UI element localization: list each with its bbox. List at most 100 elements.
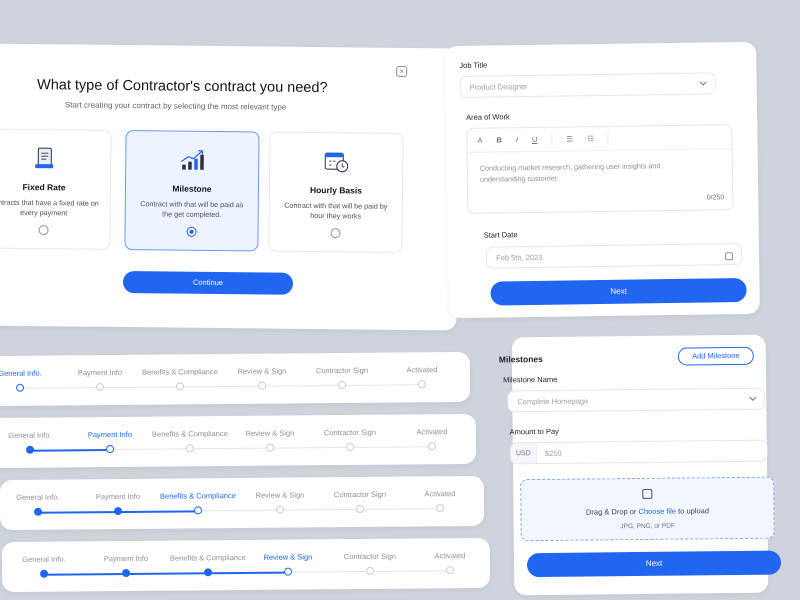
step-dot[interactable] [284,567,293,576]
step-label[interactable]: Activated [406,365,437,374]
calendar-icon[interactable] [725,252,734,261]
step-dot[interactable] [106,445,115,454]
numbered-list-icon[interactable]: ☷ [587,134,594,143]
option-description: Contract with that will be paid by hour … [284,200,388,221]
step-dot[interactable] [204,568,213,577]
step-label[interactable]: Review & Sign [238,366,287,375]
close-icon[interactable]: × [396,65,408,77]
italic-icon[interactable]: I [516,135,518,144]
step-dot[interactable] [356,504,365,514]
bold-icon[interactable]: B [496,135,502,144]
font-color-icon[interactable]: A [477,136,482,145]
step-label[interactable]: General Info. [8,431,51,440]
step-label[interactable]: Payment Info [104,554,148,563]
add-milestone-button[interactable]: Add Milestone [677,346,754,366]
step-dot[interactable] [266,443,275,452]
step-label[interactable]: Benefits & Compliance [160,491,236,501]
chevron-down-icon [749,393,757,401]
step-label[interactable]: Contractor Sign [334,490,386,499]
progress-stepper: General Info. Payment Info Benefits & Comp… [0,351,471,407]
step-label[interactable]: Contractor Sign [316,366,368,375]
currency-selector[interactable]: USD [510,443,537,464]
character-count: 0/250 [706,194,725,202]
option-hourly-basis[interactable]: Hourly Basis Contract with that will be … [268,131,404,253]
job-title-label: Job Title [459,60,488,70]
step-dot[interactable] [122,569,131,578]
step-dot[interactable] [16,383,25,392]
option-milestone[interactable]: Milestone Contract with that will be pai… [124,130,260,252]
job-title-select[interactable]: Product Designer [459,72,716,98]
step-dot[interactable] [186,444,195,453]
step-label[interactable]: Activated [416,427,447,436]
step-dot[interactable] [34,507,43,516]
step-label[interactable]: Benefits & Compliance [142,367,218,377]
stepper-progress [44,571,289,576]
step-label[interactable]: Review & Sign [256,490,305,499]
milestone-name-select[interactable]: Complete Homepage [507,387,766,413]
toolbar-divider [607,132,609,145]
step-label[interactable]: Benefits & Compliance [170,553,246,563]
modal-title: What type of Contractor's contract you n… [36,77,328,97]
step-label[interactable]: Activated [424,489,455,498]
drop-instructions: Drag & Drop or Choose file to upload [585,506,710,517]
step-label[interactable]: Benefits & Compliance [152,429,228,439]
progress-stepper: General Info. Payment Info Benefits & Comp… [0,413,477,469]
step-label[interactable]: Review & Sign [264,552,313,561]
step-label[interactable]: Contractor Sign [344,552,396,561]
step-label[interactable]: Payment Info [88,430,132,439]
continue-button[interactable]: Continue [122,271,294,295]
step-label[interactable]: General Info. [16,493,59,502]
modal-subtitle: Start creating your contract by selectin… [64,100,287,112]
option-radio[interactable] [186,226,197,237]
choose-file-link[interactable]: Choose file [638,507,676,516]
step-label[interactable]: Contractor Sign [324,428,376,437]
editor-toolbar: A B I U ☰ ☷ [467,125,732,153]
calendar-clock-icon [324,152,349,173]
bullet-list-icon[interactable]: ☰ [566,134,573,143]
step-dot[interactable] [436,504,445,513]
job-title-value: Product Designer [469,81,528,92]
step-dot[interactable] [26,445,35,454]
step-dot[interactable] [418,380,427,389]
option-title: Fixed Rate [22,181,66,193]
step-dot[interactable] [258,381,267,390]
stepper-track [20,384,423,389]
milestones-title: Milestones [498,354,543,365]
step-dot[interactable] [366,566,375,575]
step-label[interactable]: Payment Info [78,368,122,377]
amount-input[interactable]: USD $250 [509,439,768,465]
step-dot[interactable] [114,507,123,516]
step-dot[interactable] [338,380,347,390]
area-of-work-editor[interactable]: A B I U ☰ ☷ Conducting market research, … [466,124,734,214]
step-dot[interactable] [276,505,285,514]
step-label[interactable]: General Info. [0,369,42,378]
step-label[interactable]: Payment Info [96,492,140,501]
step-dot[interactable] [40,569,49,578]
next-button[interactable]: Next [526,550,782,578]
growth-chart-icon [180,150,204,170]
option-fixed-rate[interactable]: Fixed Rate Contracts that have a fixed r… [0,128,112,250]
contract-type-modal: × What type of Contractor's contract you… [0,43,460,331]
option-radio[interactable] [38,225,49,236]
step-dot[interactable] [176,382,185,391]
option-description: Contract with that will be paid as the g… [140,199,244,220]
stepper-progress [30,448,111,452]
step-dot[interactable] [346,442,355,451]
underline-icon[interactable]: U [532,135,538,144]
toolbar-divider [551,133,553,146]
step-dot[interactable] [428,442,437,451]
accepted-formats: JPG, PNG, or PDF [620,522,675,531]
step-dot[interactable] [194,506,203,515]
option-radio[interactable] [330,228,341,239]
step-label[interactable]: Activated [434,551,465,560]
step-label[interactable]: General Info. [22,555,65,564]
step-dot[interactable] [96,383,105,392]
step-dot[interactable] [446,566,455,575]
upload-icon [642,488,653,499]
next-button[interactable]: Next [490,278,747,306]
start-date-value: Feb 5th, 2023 [496,252,543,262]
step-label[interactable]: Review & Sign [246,428,295,437]
start-date-input[interactable]: Feb 5th, 2023 [485,243,743,269]
option-description: Contracts that have a fixed rate on ever… [0,197,99,218]
file-drop-zone[interactable]: Drag & Drop or Choose file to upload JPG… [520,476,775,542]
